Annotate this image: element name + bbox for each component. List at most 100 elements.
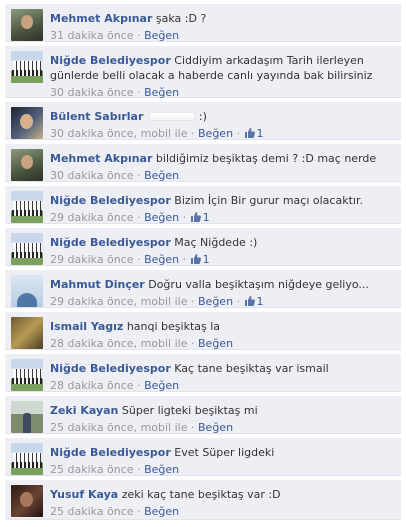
comment-meta: 30 dakika önce, mobil ile · Beğen · 1 <box>50 127 264 140</box>
comment-timestamp[interactable]: 28 dakika önce <box>50 337 134 350</box>
like-count[interactable]: 1 <box>244 127 264 140</box>
comment-item: Mehmet Akpınar şaka :D ? 31 dakika önce ·… <box>5 4 401 42</box>
comment-author-link[interactable]: Mehmet Akpınar <box>50 152 152 165</box>
like-button[interactable]: Beğen <box>144 253 179 266</box>
mobile-source-label: mobil ile <box>140 127 188 140</box>
meta-separator: · <box>182 211 187 224</box>
like-count[interactable]: 1 <box>190 211 210 224</box>
comment-body: Mahmut Dinçer Doğru valla beşiktaşım niğ… <box>50 270 401 309</box>
comment-author-link[interactable]: Niğde Belediyespor <box>50 54 171 67</box>
meta-separator: · <box>236 295 241 308</box>
like-button[interactable]: Beğen <box>144 169 179 182</box>
comment-author-link[interactable]: Niğde Belediyespor <box>50 194 171 207</box>
like-button[interactable]: Beğen <box>198 421 233 434</box>
comment-timestamp[interactable]: 25 dakika önce <box>50 505 134 518</box>
avatar[interactable] <box>11 149 43 181</box>
like-button[interactable]: Beğen <box>144 379 179 392</box>
comment-line: Mehmet Akpınar şaka :D ? <box>50 11 401 26</box>
like-count-value: 1 <box>256 127 264 140</box>
comment-line: Zeki Kayan Süper ligteki beşiktaş mi <box>50 403 401 418</box>
comment-author-link[interactable]: Niğde Belediyespor <box>50 236 171 249</box>
comment-list: Mehmet Akpınar şaka :D ? 31 dakika önce ·… <box>0 0 406 527</box>
comment-author-link[interactable]: Zeki Kayan <box>50 404 118 417</box>
comment-timestamp[interactable]: 30 dakika önce <box>50 127 134 140</box>
meta-separator: · <box>236 127 241 140</box>
avatar[interactable] <box>11 317 43 349</box>
comment-timestamp[interactable]: 25 dakika önce <box>50 421 134 434</box>
comment-timestamp[interactable]: 30 dakika önce <box>50 169 134 182</box>
comment-body: Bülent Sabırlar :) 30 dakika önce, mobil … <box>50 102 401 141</box>
comment-item: Niğde Belediyespor Ciddiyim arkadaşım Ta… <box>5 46 401 100</box>
comment-timestamp[interactable]: 25 dakika önce <box>50 463 134 476</box>
comment-line: Niğde Belediyespor Evet Süper ligdeki <box>50 445 401 460</box>
meta-separator: · <box>137 29 141 42</box>
comment-author-link[interactable]: Yusuf Kaya <box>50 488 118 501</box>
comment-body: Yusuf Kaya zeki kaç tane beşiktaş var :D… <box>50 480 401 519</box>
meta-separator: · <box>191 337 195 350</box>
avatar[interactable] <box>11 401 43 433</box>
meta-separator: · <box>191 421 195 434</box>
like-button[interactable]: Beğen <box>144 505 179 518</box>
like-button[interactable]: Beğen <box>198 337 233 350</box>
comment-meta: 31 dakika önce · Beğen <box>50 28 401 43</box>
like-button[interactable]: Beğen <box>144 86 179 99</box>
comment-line: Mahmut Dinçer Doğru valla beşiktaşım niğ… <box>50 277 401 292</box>
comment-body: Ismail Yagız hanqi beşiktaş la 28 dakika … <box>50 312 401 351</box>
comment-author-link[interactable]: Niğde Belediyespor <box>50 362 171 375</box>
meta-separator: · <box>182 253 187 266</box>
comment-body: Niğde Belediyespor Bizim İçin Bir gurur … <box>50 186 401 225</box>
comment-author-link[interactable]: Niğde Belediyespor <box>50 446 171 459</box>
meta-separator: · <box>137 169 141 182</box>
comment-meta: 25 dakika önce · Beğen <box>50 504 401 519</box>
avatar[interactable] <box>11 9 43 41</box>
avatar[interactable] <box>11 359 43 391</box>
avatar[interactable] <box>11 191 43 223</box>
comment-body: Niğde Belediyespor Evet Süper ligdeki 25 … <box>50 438 401 477</box>
comment-timestamp[interactable]: 31 dakika önce <box>50 29 134 42</box>
like-button[interactable]: Beğen <box>198 127 233 140</box>
like-button[interactable]: Beğen <box>144 29 179 42</box>
comment-meta: 25 dakika önce · Beğen <box>50 462 401 477</box>
comment-meta: 29 dakika önce · Beğen · 1 <box>50 210 401 225</box>
like-count-value: 1 <box>202 211 210 224</box>
comment-timestamp[interactable]: 29 dakika önce <box>50 295 134 308</box>
comment-meta: 28 dakika önce · Beğen <box>50 378 401 393</box>
thumbs-up-icon <box>190 253 203 266</box>
comment-line: Niğde Belediyespor Bizim İçin Bir gurur … <box>50 193 401 208</box>
like-button[interactable]: Beğen <box>144 463 179 476</box>
redacted-name-block <box>148 112 195 121</box>
comment-author-link[interactable]: Mehmet Akpınar <box>50 12 152 25</box>
avatar[interactable] <box>11 485 43 517</box>
like-count-value: 1 <box>256 295 264 308</box>
comment-author-link[interactable]: Ismail Yagız <box>50 320 123 333</box>
avatar[interactable] <box>11 275 43 307</box>
comment-text: şaka :D ? <box>155 12 207 25</box>
comment-timestamp[interactable]: 28 dakika önce <box>50 379 134 392</box>
comment-timestamp[interactable]: 30 dakika önce <box>50 86 134 99</box>
comment-body: Niğde Belediyespor Maç Niğdede :) 29 daki… <box>50 228 401 267</box>
meta-separator: · <box>137 463 141 476</box>
comment-item: Niğde Belediyespor Evet Süper ligdeki 25 … <box>5 438 401 476</box>
comment-body: Niğde Belediyespor Ciddiyim arkadaşım Ta… <box>50 46 401 100</box>
avatar[interactable] <box>11 443 43 475</box>
comment-item: Mehmet Akpınar bildiğimiz beşiktaş demi … <box>5 144 401 182</box>
comment-author-link[interactable]: Bülent Sabırlar <box>50 110 143 123</box>
avatar[interactable] <box>11 107 43 139</box>
comment-text: Maç Niğdede :) <box>174 236 258 249</box>
comment-item: Niğde Belediyespor Bizim İçin Bir gurur … <box>5 186 401 224</box>
mobile-source-label: mobil ile <box>140 421 188 434</box>
like-count[interactable]: 1 <box>190 253 210 266</box>
comment-item: Bülent Sabırlar :) 30 dakika önce, mobil … <box>5 102 401 140</box>
comment-timestamp[interactable]: 29 dakika önce <box>50 211 134 224</box>
comment-meta: 29 dakika önce · Beğen · 1 <box>50 252 401 267</box>
like-count[interactable]: 1 <box>244 295 264 308</box>
comment-timestamp[interactable]: 29 dakika önce <box>50 253 134 266</box>
meta-separator: · <box>137 505 141 518</box>
like-count-value: 1 <box>202 253 210 266</box>
like-button[interactable]: Beğen <box>144 211 179 224</box>
avatar[interactable] <box>11 233 43 265</box>
thumbs-up-icon <box>190 211 203 224</box>
avatar[interactable] <box>11 51 43 83</box>
like-button[interactable]: Beğen <box>198 295 233 308</box>
comment-author-link[interactable]: Mahmut Dinçer <box>50 278 145 291</box>
